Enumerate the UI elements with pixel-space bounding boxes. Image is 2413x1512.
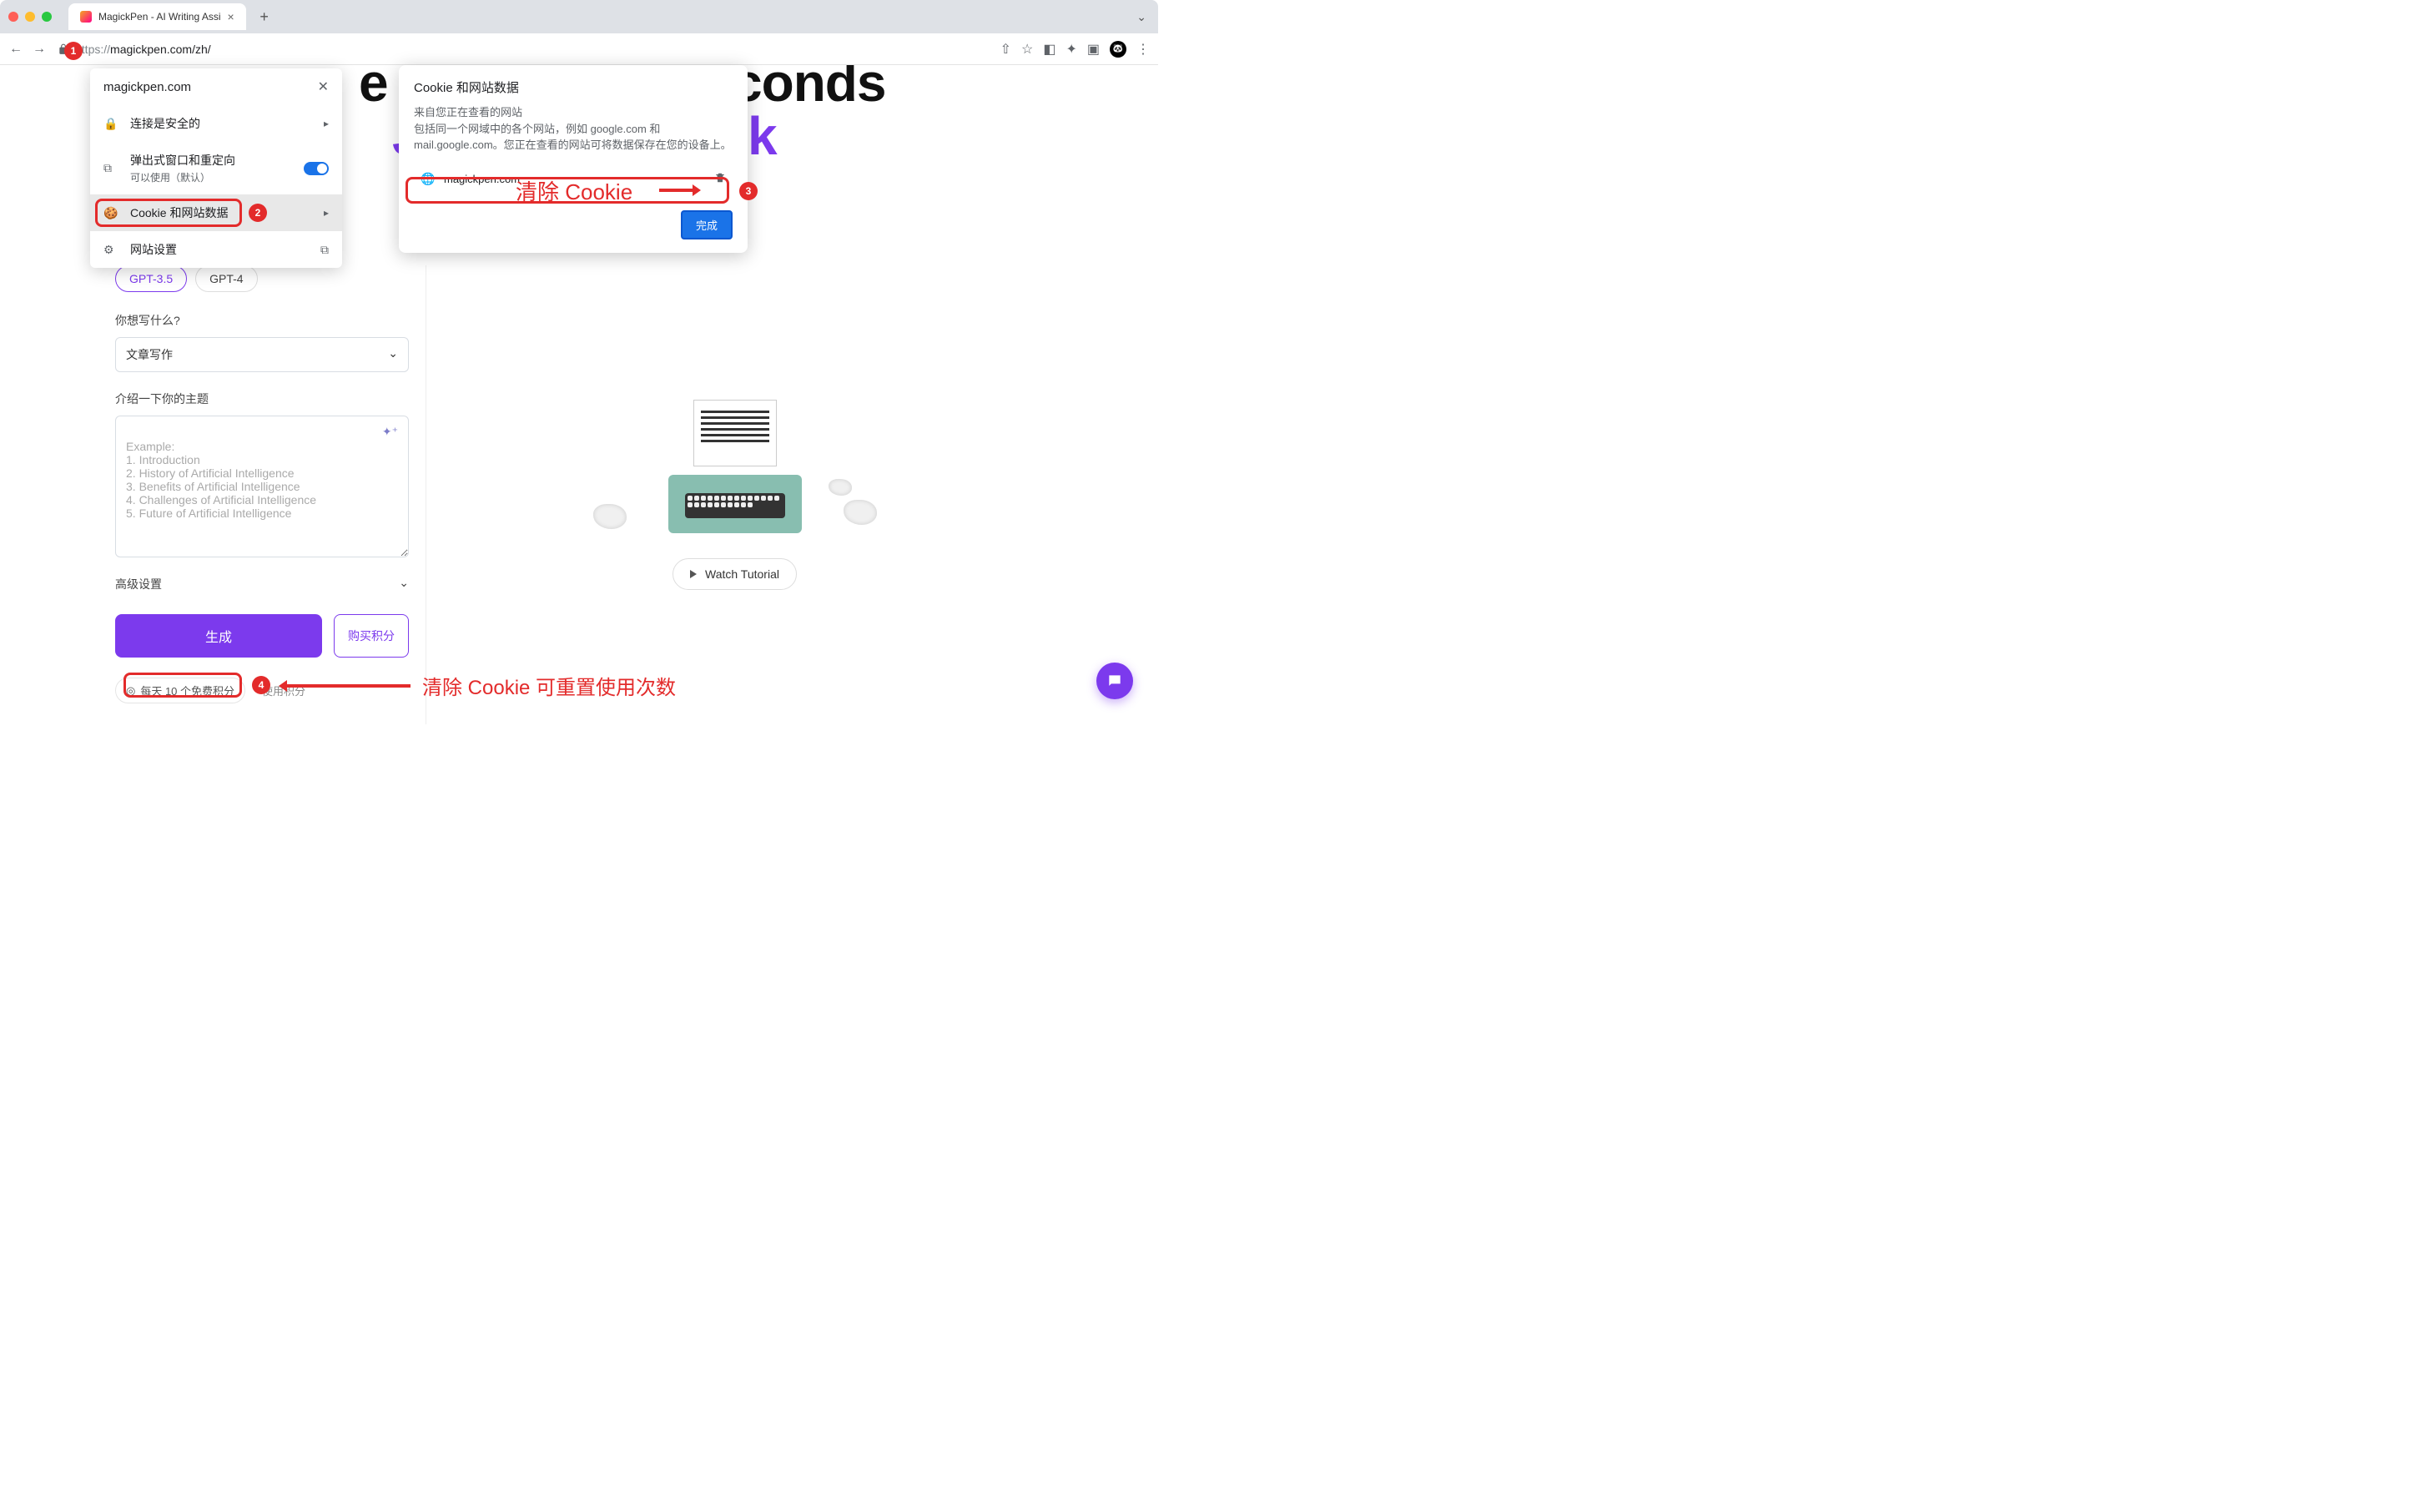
cookie-popup-actions: 完成 — [414, 210, 733, 239]
typewriter-illustration — [652, 400, 819, 533]
coin-icon: ◎ — [126, 684, 135, 698]
chevron-down-icon: ⌄ — [399, 576, 409, 592]
popup-icon: ⧉ — [103, 161, 118, 175]
maximize-window-button[interactable] — [42, 12, 52, 22]
preview-panel: Watch Tutorial — [426, 265, 1043, 724]
site-info-popup: magickpen.com ✕ 🔒 连接是安全的 ▸ ⧉ 弹出式窗口和重定向 可… — [90, 68, 342, 268]
close-icon[interactable]: ✕ — [318, 78, 329, 95]
globe-icon: 🌐 — [421, 172, 436, 187]
model-gpt4-pill[interactable]: GPT-4 — [195, 265, 257, 292]
chat-bubble-button[interactable] — [1096, 663, 1133, 699]
close-window-button[interactable] — [8, 12, 18, 22]
chevron-right-icon: ▸ — [324, 118, 329, 129]
hero-fragment: e — [359, 65, 388, 113]
minimize-window-button[interactable] — [25, 12, 35, 22]
annotation-marker-4: 4 — [252, 676, 270, 694]
site-settings-row[interactable]: ⚙ 网站设置 ⧉ — [90, 231, 342, 268]
credits-text: 每天 10 个免费积分 — [140, 683, 234, 698]
model-selector: GPT-3.5 GPT-4 — [115, 265, 409, 292]
tab-title: MagickPen - AI Writing Assi — [98, 11, 221, 23]
connection-secure-row[interactable]: 🔒 连接是安全的 ▸ — [90, 105, 342, 142]
advanced-label: 高级设置 — [115, 576, 162, 592]
play-icon — [690, 570, 697, 578]
popups-row[interactable]: ⧉ 弹出式窗口和重定向 可以使用（默认） — [90, 142, 342, 194]
typewriter-keys — [685, 493, 785, 518]
chevron-down-icon[interactable]: ⌄ — [1136, 10, 1146, 24]
hero-fragment: k — [748, 105, 777, 165]
browser-toolbar: ← → https://magickpen.com/zh/ ⇧ ☆ ◧ ✦ ▣ … — [0, 33, 1158, 65]
window-controls — [8, 12, 52, 22]
cookie-popup-title: Cookie 和网站数据 — [414, 78, 733, 96]
model-gpt35-pill[interactable]: GPT-3.5 — [115, 265, 187, 292]
what-to-write-label: 你想写什么? — [115, 312, 409, 329]
cookie-icon: 🍪 — [103, 206, 118, 220]
chevron-right-icon: ▸ — [324, 207, 329, 219]
watch-tutorial-button[interactable]: Watch Tutorial — [673, 558, 797, 590]
chevron-down-icon: ⌄ — [388, 346, 398, 363]
new-tab-button[interactable]: + — [253, 5, 276, 28]
gear-icon: ⚙ — [103, 243, 118, 257]
site-info-header: magickpen.com ✕ — [90, 68, 342, 105]
annotation-marker-1: 1 — [64, 42, 83, 60]
favicon-icon — [80, 11, 92, 23]
hero-fragment: conds — [733, 65, 885, 113]
crumpled-paper-icon — [593, 504, 627, 529]
share-icon[interactable]: ⇧ — [1000, 41, 1011, 58]
cookies-label: Cookie 和网站数据 — [130, 204, 312, 221]
watch-label: Watch Tutorial — [705, 567, 779, 581]
cookies-row[interactable]: 🍪 Cookie 和网站数据 ▸ — [90, 194, 342, 231]
done-button[interactable]: 完成 — [681, 210, 733, 239]
annotation-clear-cookie-text: 清除 Cookie — [516, 175, 632, 206]
secure-label: 连接是安全的 — [130, 115, 312, 132]
annotation-reset-text: 清除 Cookie 可重置使用次数 — [422, 671, 676, 700]
extensions-puzzle-icon[interactable]: ✦ — [1065, 41, 1076, 58]
delete-cookie-button[interactable] — [714, 172, 726, 186]
url-text: https://magickpen.com/zh/ — [75, 43, 211, 56]
close-tab-icon[interactable]: × — [228, 10, 234, 23]
paper-icon — [693, 400, 777, 466]
extension-1-icon[interactable]: ◧ — [1043, 41, 1055, 58]
external-link-icon: ⧉ — [320, 243, 329, 257]
profile-avatar[interactable]: 🐼 — [1110, 41, 1126, 58]
input-panel: GPT-3.5 GPT-4 你想写什么? 文章写作 ⌄ 介绍一下你的主题 Exa… — [115, 265, 409, 724]
annotation-marker-3: 3 — [739, 182, 758, 200]
action-buttons: 生成 购买积分 — [115, 614, 409, 658]
advanced-settings-toggle[interactable]: 高级设置 ⌄ — [115, 569, 409, 599]
lock-icon: 🔒 — [103, 117, 118, 131]
topic-label: 介绍一下你的主题 — [115, 391, 409, 407]
cookie-popup-subtitle1: 来自您正在查看的网站 — [414, 104, 733, 121]
generate-button[interactable]: 生成 — [115, 614, 322, 658]
browser-tab[interactable]: MagickPen - AI Writing Assi × — [68, 3, 246, 30]
popups-toggle[interactable] — [304, 162, 329, 175]
browser-tab-strip: MagickPen - AI Writing Assi × + ⌄ — [0, 0, 1158, 33]
arrow-left-icon — [277, 678, 411, 694]
arrow-right-icon — [659, 182, 701, 199]
bookmark-star-icon[interactable]: ☆ — [1021, 41, 1033, 58]
annotation-marker-2: 2 — [249, 204, 267, 222]
topic-textarea[interactable]: Example: 1. Introduction 2. History of A… — [115, 416, 409, 557]
textarea-placeholder: Example: 1. Introduction 2. History of A… — [126, 440, 316, 520]
cookie-popup-subtitle2: 包括同一个网域中的各个网站，例如 google.com 和 mail.googl… — [414, 121, 733, 154]
forward-button[interactable]: → — [32, 42, 47, 57]
crumpled-paper-icon — [844, 500, 877, 525]
crumpled-paper-icon — [829, 479, 852, 496]
writing-type-select[interactable]: 文章写作 ⌄ — [115, 337, 409, 372]
menu-dots-icon[interactable]: ⋮ — [1136, 41, 1150, 58]
credits-badge: ◎ 每天 10 个免费积分 — [115, 678, 245, 703]
address-bar[interactable]: https://magickpen.com/zh/ — [55, 41, 992, 58]
settings-label: 网站设置 — [130, 241, 309, 258]
sparkle-icon[interactable]: ✦⁺ — [382, 425, 398, 439]
site-info-domain: magickpen.com — [103, 80, 191, 94]
main-content: GPT-3.5 GPT-4 你想写什么? 文章写作 ⌄ 介绍一下你的主题 Exa… — [115, 265, 1043, 724]
cookie-data-popup: Cookie 和网站数据 来自您正在查看的网站 包括同一个网域中的各个网站，例如… — [399, 65, 748, 253]
sidepanel-icon[interactable]: ▣ — [1087, 41, 1100, 58]
toolbar-actions: ⇧ ☆ ◧ ✦ ▣ 🐼 ⋮ — [1000, 41, 1150, 58]
buy-credits-button[interactable]: 购买积分 — [334, 614, 409, 658]
cookie-site-name: magickpen.com — [444, 173, 520, 185]
back-button[interactable]: ← — [8, 42, 23, 57]
select-value: 文章写作 — [126, 346, 173, 363]
popups-label: 弹出式窗口和重定向 可以使用（默认） — [130, 152, 292, 184]
